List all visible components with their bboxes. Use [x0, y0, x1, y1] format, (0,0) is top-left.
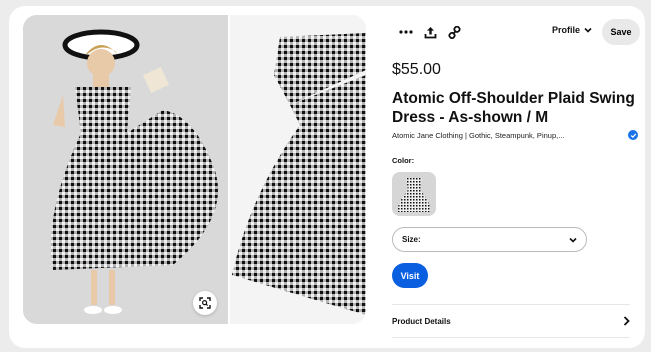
product-info-panel: Profile Save $55.00 Atomic Off-Shoulder … [392, 15, 642, 345]
visit-button[interactable]: Visit [392, 263, 428, 288]
size-label: Size: [402, 235, 421, 244]
pin-toolbar: Profile Save [392, 19, 642, 45]
product-image-dress[interactable] [230, 15, 366, 324]
profile-dropdown[interactable]: Profile [552, 25, 592, 35]
color-swatch-selected[interactable] [392, 172, 436, 216]
product-title: Atomic Off-Shoulder Plaid Swing Dress - … [392, 90, 635, 126]
share-icon[interactable] [420, 22, 440, 42]
divider [392, 337, 630, 338]
product-image-model[interactable] [23, 15, 228, 324]
size-select[interactable]: Size: [392, 227, 587, 252]
color-label: Color: [392, 156, 415, 165]
product-image-carousel[interactable] [23, 15, 366, 324]
save-button[interactable]: Save [602, 19, 640, 45]
link-icon[interactable] [444, 22, 464, 42]
chevron-right-icon [623, 316, 630, 326]
profile-label: Profile [552, 25, 581, 35]
merchant-link[interactable]: Atomic Jane Clothing | Gothic, Steampunk… [392, 131, 627, 140]
more-icon[interactable] [396, 22, 416, 42]
product-price: $55.00 [392, 61, 441, 78]
visual-search-button[interactable] [193, 291, 217, 315]
visual-search-icon [199, 297, 211, 309]
verified-merchant-icon [628, 130, 638, 140]
product-details-row[interactable]: Product Details [392, 305, 630, 337]
pin-closeup-card: Profile Save $55.00 Atomic Off-Shoulder … [9, 6, 645, 348]
chevron-down-icon [569, 237, 577, 243]
chevron-down-icon [584, 27, 592, 33]
product-details-label: Product Details [392, 316, 451, 326]
